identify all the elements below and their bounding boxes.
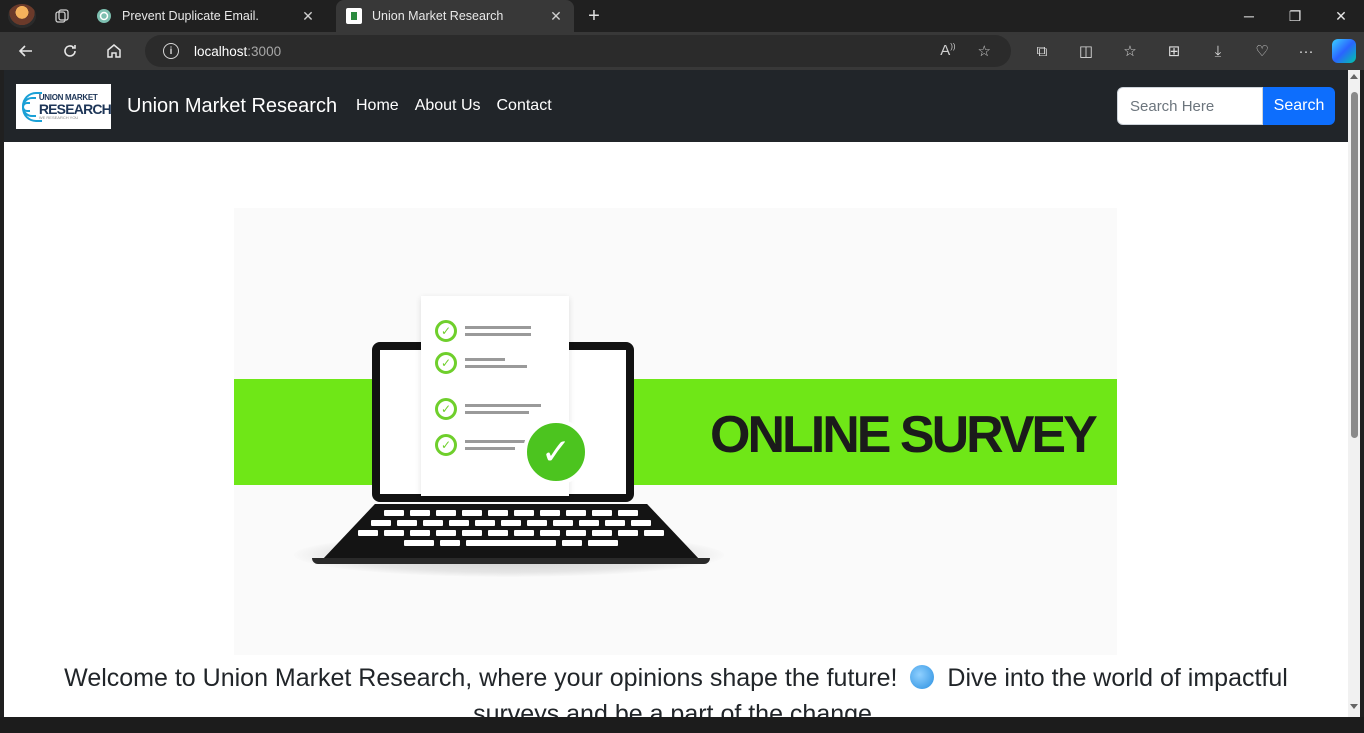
nav-home[interactable]: Home [356, 97, 399, 115]
collections-icon[interactable]: ⊞ [1152, 42, 1196, 60]
workspaces-icon[interactable] [52, 6, 72, 26]
home-button[interactable] [96, 35, 132, 67]
browser-toolbar: i localhost:3000 A)) ☆ ⧉ ◫ ☆ ⊞ ⤓ ♡ ··· [0, 32, 1364, 70]
new-tab-button[interactable]: + [580, 2, 608, 30]
banner-band: ONLINE SURVEY [234, 379, 1117, 485]
close-icon[interactable]: ✕ [300, 8, 316, 24]
check-icon: ✓ [435, 434, 457, 456]
tab-title: Prevent Duplicate Email. [122, 9, 259, 23]
address-bar[interactable]: i localhost:3000 A)) ☆ [145, 35, 1011, 67]
welcome-text: Welcome to Union Market Research, where … [44, 660, 1308, 717]
keyboard-keys [346, 510, 676, 550]
nav-links: Home About Us Contact [356, 97, 552, 115]
page-scrollbar[interactable] [1348, 70, 1360, 717]
downloads-icon[interactable]: ⤓ [1196, 43, 1240, 60]
back-button[interactable] [8, 35, 44, 67]
site-info-icon[interactable]: i [163, 43, 179, 59]
performance-icon[interactable]: ♡ [1240, 42, 1284, 60]
address-bar-icons: A)) ☆ [940, 42, 991, 60]
os-taskbar [0, 717, 1364, 733]
favorite-star-icon[interactable]: ☆ [978, 42, 991, 60]
url-text: localhost:3000 [194, 44, 281, 59]
toolbar-icons: ⧉ ◫ ☆ ⊞ ⤓ ♡ ··· [1020, 32, 1328, 70]
profile-avatar[interactable] [8, 4, 36, 28]
close-icon[interactable]: ✕ [548, 8, 564, 24]
page-viewport: UNION MARKET RESEARCH WE RESEARCH YOU Un… [4, 70, 1348, 717]
tab-strip: Prevent Duplicate Email. ✕ Union Market … [0, 0, 1364, 32]
check-icon: ✓ [435, 320, 457, 342]
window-controls: ─ ❐ ✕ [1226, 0, 1364, 32]
search-form: Search [1117, 87, 1335, 125]
check-icon: ✓ [435, 352, 457, 374]
laptop-base [312, 558, 710, 564]
url-host: localhost [194, 43, 248, 59]
site-navbar: UNION MARKET RESEARCH WE RESEARCH YOU Un… [4, 70, 1348, 142]
chatgpt-icon [96, 8, 112, 24]
checklist-row: ✓ [435, 320, 531, 342]
banner-text: ONLINE SURVEY [710, 406, 1098, 464]
tab-prevent-duplicate[interactable]: Prevent Duplicate Email. ✕ [86, 0, 326, 32]
globe-icon [910, 665, 935, 689]
minimize-button[interactable]: ─ [1226, 0, 1272, 32]
checklist-row: ✓ [435, 352, 527, 374]
search-button[interactable]: Search [1263, 87, 1335, 125]
read-aloud-icon[interactable]: A)) [940, 42, 955, 60]
hero-image: ONLINE SURVEY ✓ ✓ ✓ ✓ ✓ [234, 208, 1117, 655]
logo-mark-icon [22, 91, 42, 122]
checklist-row: ✓ [435, 398, 541, 420]
copilot-icon[interactable] [1332, 39, 1356, 63]
url-port: :3000 [247, 43, 282, 59]
site-brand[interactable]: Union Market Research [127, 95, 337, 118]
logo-text: UNION MARKET RESEARCH WE RESEARCH YOU [38, 93, 112, 120]
tab-union-market-research[interactable]: Union Market Research ✕ [336, 0, 574, 32]
favorites-icon[interactable]: ☆ [1108, 42, 1152, 60]
nav-contact[interactable]: Contact [497, 97, 552, 115]
scroll-down-arrow-icon[interactable] [1350, 704, 1358, 709]
scroll-up-arrow-icon[interactable] [1350, 74, 1358, 79]
tab-title: Union Market Research [372, 9, 504, 23]
check-icon: ✓ [435, 398, 457, 420]
scrollbar-thumb[interactable] [1351, 92, 1358, 438]
search-input[interactable] [1117, 87, 1263, 125]
split-screen-icon[interactable]: ◫ [1064, 42, 1108, 60]
site-logo-icon [346, 8, 362, 24]
close-window-button[interactable]: ✕ [1318, 0, 1364, 32]
nav-about-us[interactable]: About Us [415, 97, 481, 115]
restore-button[interactable]: ❐ [1272, 0, 1318, 32]
checklist-row: ✓ [435, 434, 525, 456]
big-check-icon: ✓ [523, 419, 589, 485]
welcome-part1: Welcome to Union Market Research, where … [64, 664, 898, 692]
site-logo[interactable]: UNION MARKET RESEARCH WE RESEARCH YOU [16, 84, 112, 129]
refresh-button[interactable] [52, 35, 88, 67]
more-menu-icon[interactable]: ··· [1284, 43, 1328, 60]
extensions-icon[interactable]: ⧉ [1020, 43, 1064, 60]
logo-line2: RESEARCH [38, 100, 112, 117]
